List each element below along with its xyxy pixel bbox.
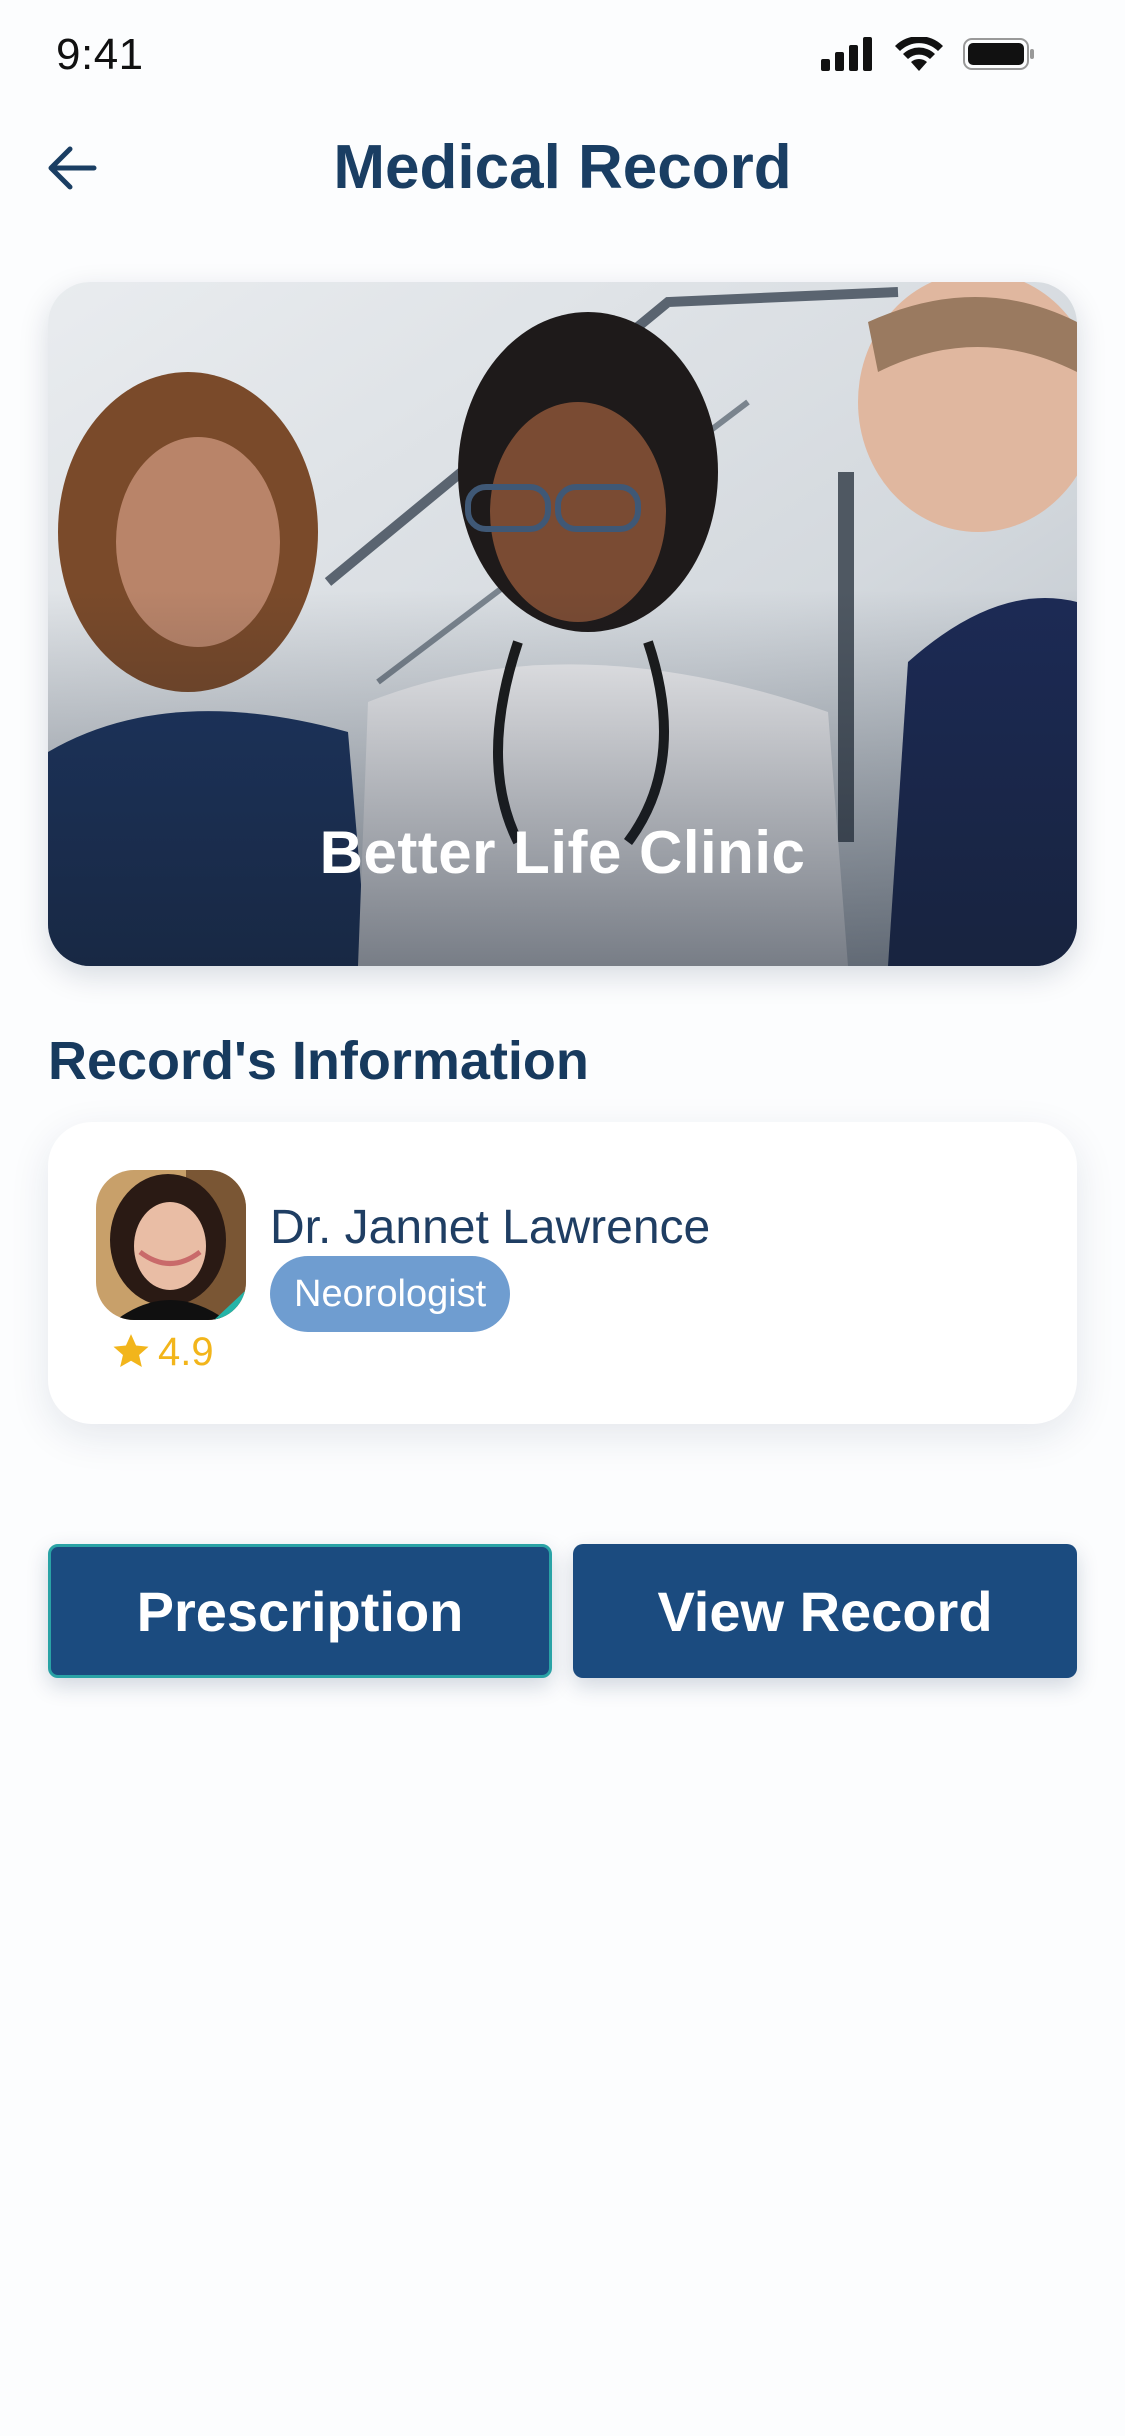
status-icons xyxy=(821,34,1035,74)
doctor-name: Dr. Jannet Lawrence xyxy=(270,1201,711,1254)
specialty-badge: Neorologist xyxy=(270,1256,511,1332)
status-time: 9:41 xyxy=(56,30,144,79)
rating: 4.9 xyxy=(110,1324,214,1380)
prescription-button[interactable]: Prescription xyxy=(48,1544,552,1678)
cellular-signal-icon xyxy=(821,37,872,71)
header: Medical Record xyxy=(0,110,1125,230)
clinic-hero-image[interactable]: Better Life Clinic xyxy=(48,282,1077,966)
doctor-card[interactable]: 4.9 Dr. Jannet Lawrence Neorologist xyxy=(48,1122,1077,1424)
battery-icon xyxy=(963,38,1034,70)
rating-value: 4.9 xyxy=(158,1329,214,1374)
section-title: Record's Information xyxy=(48,1031,589,1091)
avatar xyxy=(96,1170,246,1320)
page-title: Medical Record xyxy=(333,133,792,202)
doctor-photo xyxy=(96,1170,246,1320)
clinic-name: Better Life Clinic xyxy=(319,819,806,886)
wifi-icon xyxy=(895,37,943,71)
view-record-button[interactable]: View Record xyxy=(573,1544,1077,1678)
star-icon xyxy=(113,1334,149,1368)
status-bar: 9:41 xyxy=(0,0,1125,110)
